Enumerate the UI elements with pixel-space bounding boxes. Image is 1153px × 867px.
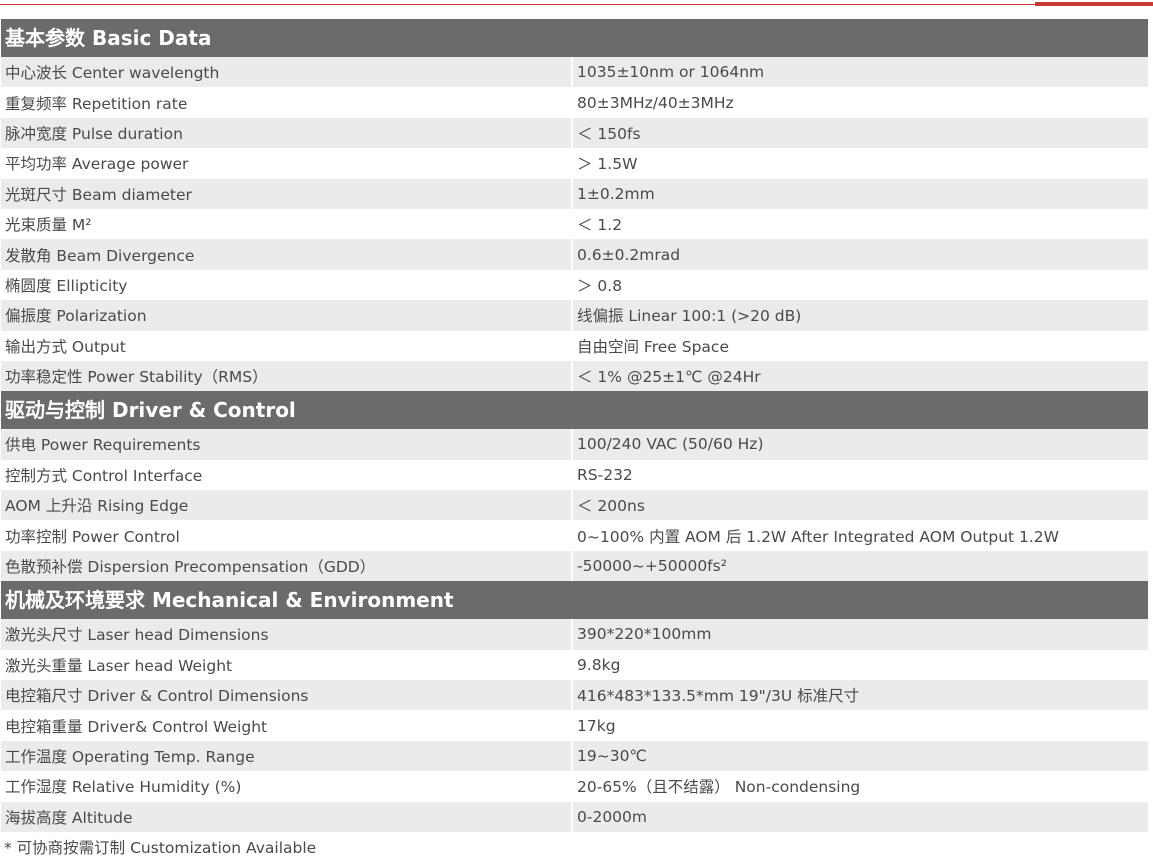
row-label: AOM 上升沿 Rising Edge [1,490,573,521]
top-accent-bar [1035,2,1153,6]
table-row: 平均功率 Average power ＞ 1.5W [1,148,1148,179]
row-label: 功率控制 Power Control [1,520,573,551]
row-value: ＞ 0.8 [577,276,623,295]
row-value: 17kg [577,716,616,735]
table-row: 海拔高度 Altitude 0-2000m [1,801,1148,832]
table-row: 光束质量 M² ＜ 1.2 [1,208,1148,240]
row-label: 重复频率 Repetition rate [1,87,573,118]
row-label: 海拔高度 Altitude [1,801,573,832]
row-label: 激光头重量 Laser head Weight [1,649,573,681]
table-row: 输出方式 Output 自由空间 Free Space [1,330,1148,361]
table-row: 椭圆度 Ellipticity ＞ 0.8 [1,269,1148,301]
table-row: 光斑尺寸 Beam diameter 1±0.2mm [1,178,1148,209]
row-value: ＜ 150fs [577,124,641,143]
table-row: 工作湿度 Relative Humidity (%) 20-65%（且不结露） N… [1,771,1148,802]
row-label: 供电 Power Requirements [1,429,573,460]
row-label: 偏振度 Polarization [1,300,573,331]
table-row: 中心波长 Center wavelength 1035±10nm or 1064n… [1,57,1148,88]
row-value: ＜ 200ns [577,497,645,516]
table-row: 工作温度 Operating Temp. Range 19~30℃ [1,740,1148,772]
row-label: 功率稳定性 Power Stability（RMS） [1,360,573,392]
table-row: 激光头重量 Laser head Weight 9.8kg [1,649,1148,681]
table-row: 控制方式 Control Interface RS-232 [1,459,1148,491]
row-value: 0.6±0.2mrad [577,245,681,264]
section-header-mechanical-environment: 机械及环境要求 Mechanical & Environment [1,581,1148,620]
section-header-driver-control: 驱动与控制 Driver & Control [1,391,1148,430]
row-value: 自由空间 Free Space [577,337,729,356]
row-value: ＜ 1.2 [577,216,623,235]
row-value: -50000~+50000fs² [577,557,727,576]
row-label: 激光头尺寸 Laser head Dimensions [1,619,573,650]
row-value: 19~30℃ [577,747,647,765]
table-row: AOM 上升沿 Rising Edge ＜ 200ns [1,490,1148,521]
row-label: 工作温度 Operating Temp. Range [1,740,573,772]
table-row: 色散预补偿 Dispersion Precompensation（GDD） -50… [1,550,1148,582]
footnote: * 可协商按需订制 Customization Available [4,839,317,857]
row-value: 9.8kg [577,655,621,674]
row-value: 390*220*100mm [577,625,712,644]
row-value: 1±0.2mm [577,184,655,203]
row-value: RS-232 [577,465,633,484]
row-label: 光斑尺寸 Beam diameter [1,178,573,209]
table-row: 脉冲宽度 Pulse duration ＜ 150fs [1,117,1148,149]
row-label: 输出方式 Output [1,330,573,361]
row-label: 中心波长 Center wavelength [1,57,573,88]
row-label: 工作湿度 Relative Humidity (%) [1,771,573,802]
row-label: 电控箱重量 Driver& Control Weight [1,710,573,741]
row-value: ＜ 1% @25±1℃ @24Hr [577,368,761,387]
row-value: ＞ 1.5W [577,155,638,174]
row-label: 光束质量 M² [1,208,573,240]
table-row: 功率控制 Power Control 0~100% 内置 AOM 后 1.2W A… [1,520,1148,551]
table-row: 重复频率 Repetition rate 80±3MHz/40±3MHz [1,87,1148,118]
row-label: 平均功率 Average power [1,148,573,179]
table-row: 功率稳定性 Power Stability（RMS）＜ 1% @25±1℃ @2… [1,360,1148,392]
row-label: 控制方式 Control Interface [1,459,573,491]
row-label: 色散预补偿 Dispersion Precompensation（GDD） [1,550,573,582]
row-label: 椭圆度 Ellipticity [1,269,573,301]
section-header-basic-data: 基本参数 Basic Data [1,19,1148,57]
row-value: 80±3MHz/40±3MHz [577,93,734,112]
table-row: 激光头尺寸 Laser head Dimensions 390*220*100mm [1,619,1148,650]
table-row: 供电 Power Requirements 100/240 VAC (50/60 … [1,429,1148,460]
table-row: 发散角 Beam Divergence 0.6±0.2mrad [1,239,1148,270]
row-label: 脉冲宽度 Pulse duration [1,117,573,149]
row-value: 0~100% 内置 AOM 后 1.2W After Integrated AO… [577,527,1059,546]
table-row: 偏振度 Polarization 线偏振 Linear 100:1 (>20 dB… [1,300,1148,331]
row-value: 100/240 VAC (50/60 Hz) [577,435,764,454]
row-label: 电控箱尺寸 Driver & Control Dimensions [1,680,573,711]
table-row: 电控箱重量 Driver& Control Weight 17kg [1,710,1148,741]
row-value: 20-65%（且不结露） Non-condensing [577,778,861,797]
row-value: 1035±10nm or 1064nm [577,63,765,82]
row-value: 线偏振 Linear 100:1 (>20 dB) [577,307,802,326]
row-label: 发散角 Beam Divergence [1,239,573,270]
spec-table: 基本参数 Basic Data 中心波长 Center wavelength 10… [1,19,1148,832]
table-row: 电控箱尺寸 Driver & Control Dimensions 416*483… [1,680,1148,711]
row-value: 416*483*133.5*mm 19"/3U 标准尺寸 [577,687,860,706]
row-value: 0-2000m [577,807,647,826]
top-rule [0,4,1153,5]
